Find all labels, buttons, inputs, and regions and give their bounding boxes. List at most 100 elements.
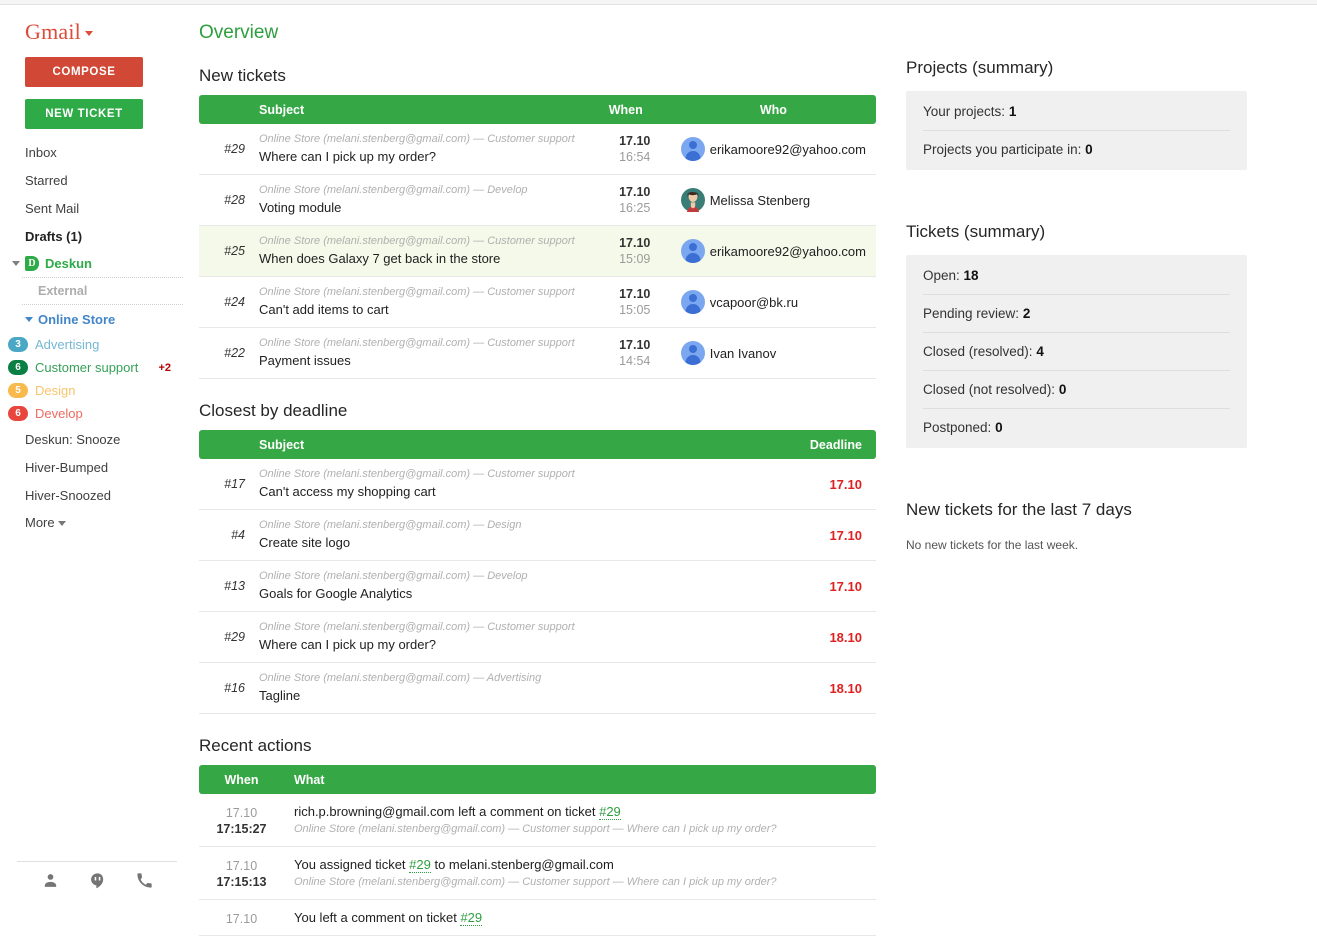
action-what-cell: You left a comment on ticket #29 — [284, 900, 876, 936]
ticket-who: erikamoore92@yahoo.com — [670, 226, 876, 277]
ticket-subject[interactable]: Goals for Google Analytics — [259, 584, 766, 603]
ticket-id[interactable]: #25 — [199, 226, 249, 277]
sidebar-item-advertising[interactable]: 3 Advertising — [0, 333, 193, 356]
col-subject: Subject — [249, 430, 776, 459]
summary-label: Closed (resolved): — [923, 344, 1033, 359]
ticket-subject-cell[interactable]: Online Store (melani.stenberg@gmail.com)… — [249, 124, 599, 175]
ticket-subject-cell[interactable]: Online Store (melani.stenberg@gmail.com)… — [249, 277, 599, 328]
ticket-id[interactable]: #24 — [199, 277, 249, 328]
ticket-subject-cell[interactable]: Online Store (melani.stenberg@gmail.com)… — [249, 561, 776, 612]
deskun-logo-icon: D — [25, 255, 39, 271]
ticket-subject[interactable]: Where can I pick up my order? — [259, 635, 766, 654]
gmail-logo[interactable]: Gmail — [25, 19, 93, 45]
ticket-subject-cell[interactable]: Online Store (melani.stenberg@gmail.com)… — [249, 175, 599, 226]
ticket-subject-cell[interactable]: Online Store (melani.stenberg@gmail.com)… — [249, 612, 776, 663]
action-when: 17.10 17:15:13 — [199, 847, 284, 900]
table-row[interactable]: 17.10 You left a comment on ticket #29 — [199, 900, 876, 936]
ticket-id[interactable]: #22 — [199, 328, 249, 379]
sidebar-item-develop[interactable]: 6 Develop — [0, 402, 193, 425]
ticket-meta: Online Store (melani.stenberg@gmail.com)… — [259, 133, 575, 145]
sidebar-item-hiver-snoozed[interactable]: Hiver-Snoozed — [0, 481, 193, 509]
ticket-id[interactable]: #17 — [199, 459, 249, 510]
last7days-empty-note: No new tickets for the last week. — [906, 538, 1079, 552]
hangouts-icon[interactable] — [89, 872, 106, 889]
sidebar-item-sent-mail[interactable]: Sent Mail — [0, 194, 193, 222]
when-date: 17.10 — [619, 185, 651, 199]
table-row[interactable]: 17.10 17:15:13 You assigned ticket #29 t… — [199, 847, 876, 900]
ticket-meta: Online Store (melani.stenberg@gmail.com)… — [259, 184, 528, 196]
sidebar-item-inbox[interactable]: Inbox — [0, 138, 193, 166]
chevron-down-icon[interactable] — [57, 520, 66, 526]
sidebar-item-more[interactable]: More — [0, 509, 193, 535]
deadline-value: 18.10 — [776, 663, 876, 714]
ticket-meta: Online Store (melani.stenberg@gmail.com)… — [259, 621, 575, 633]
col-when: When — [598, 95, 671, 124]
sidebar-item-deskun[interactable]: D Deskun — [0, 250, 193, 276]
sidebar-item-drafts[interactable]: Drafts (1) — [0, 222, 193, 250]
ticket-subject[interactable]: Create site logo — [259, 533, 766, 552]
ticket-subject[interactable]: Voting module — [259, 198, 589, 217]
table-row[interactable]: #16 Online Store (melani.stenberg@gmail.… — [199, 663, 876, 714]
ticket-id[interactable]: #28 — [199, 175, 249, 226]
summary-row: Open: 18 — [923, 257, 1230, 295]
new-ticket-button[interactable]: NEW TICKET — [25, 99, 143, 129]
compose-button[interactable]: COMPOSE — [25, 57, 143, 87]
ticket-who: erikamoore92@yahoo.com — [670, 124, 876, 175]
deadline-value: 18.10 — [776, 612, 876, 663]
sidebar-nav: Inbox Starred Sent Mail Drafts (1) D Des… — [0, 138, 193, 535]
ticket-subject-cell[interactable]: Online Store (melani.stenberg@gmail.com)… — [249, 459, 776, 510]
sidebar-item-online-store[interactable]: Online Store — [0, 306, 193, 333]
sidebar-item-deskun-snooze[interactable]: Deskun: Snooze — [0, 425, 193, 453]
ticket-subject-cell[interactable]: Online Store (melani.stenberg@gmail.com)… — [249, 226, 599, 277]
ticket-link[interactable]: #29 — [599, 804, 621, 820]
ticket-link[interactable]: #29 — [460, 910, 483, 926]
ticket-id[interactable]: #4 — [199, 510, 249, 561]
sidebar-group-external: External — [38, 284, 88, 298]
sidebar: Gmail COMPOSE NEW TICKET Inbox Starred S… — [0, 6, 193, 895]
summary-value: 1 — [1008, 104, 1017, 119]
ticket-subject[interactable]: Where can I pick up my order? — [259, 147, 589, 166]
table-row[interactable]: #29 Online Store (melani.stenberg@gmail.… — [199, 612, 876, 663]
sidebar-item-more-label: More — [25, 514, 55, 530]
table-row[interactable]: #28 Online Store (melani.stenberg@gmail.… — [199, 175, 876, 226]
table-row[interactable]: #22 Online Store (melani.stenberg@gmail.… — [199, 328, 876, 379]
ticket-id[interactable]: #16 — [199, 663, 249, 714]
sidebar-item-design[interactable]: 5 Design — [0, 379, 193, 402]
phone-icon[interactable] — [136, 872, 153, 889]
table-row[interactable]: #17 Online Store (melani.stenberg@gmail.… — [199, 459, 876, 510]
sidebar-item-hiver-bumped[interactable]: Hiver-Bumped — [0, 453, 193, 481]
table-row[interactable]: #4 Online Store (melani.stenberg@gmail.c… — [199, 510, 876, 561]
ticket-id[interactable]: #29 — [199, 612, 249, 663]
when-time: 15:09 — [619, 252, 651, 266]
chevron-down-icon[interactable] — [12, 260, 20, 266]
ticket-subject-cell[interactable]: Online Store (melani.stenberg@gmail.com)… — [249, 663, 776, 714]
table-row[interactable]: #29 Online Store (melani.stenberg@gmail.… — [199, 124, 876, 175]
sidebar-item-customer-support[interactable]: 6 Customer support +2 — [0, 356, 193, 379]
chevron-down-icon[interactable] — [85, 31, 93, 37]
ticket-id[interactable]: #13 — [199, 561, 249, 612]
ticket-id[interactable]: #29 — [199, 124, 249, 175]
sidebar-item-starred[interactable]: Starred — [0, 166, 193, 194]
action-text-pre: You assigned ticket — [294, 857, 410, 872]
chevron-down-icon[interactable] — [25, 317, 33, 322]
summary-label: Open: — [923, 268, 960, 283]
table-row[interactable]: #25 Online Store (melani.stenberg@gmail.… — [199, 226, 876, 277]
ticket-subject[interactable]: When does Galaxy 7 get back in the store — [259, 249, 589, 268]
new-tickets-table: Subject When Who #29 Online Store (melan… — [199, 95, 876, 379]
action-what-cell: You assigned ticket #29 to melani.stenbe… — [284, 847, 876, 900]
table-row[interactable]: #24 Online Store (melani.stenberg@gmail.… — [199, 277, 876, 328]
action-text: rich.p.browning@gmail.com left a comment… — [294, 802, 866, 821]
ticket-subject[interactable]: Payment issues — [259, 351, 589, 370]
ticket-subject-cell[interactable]: Online Store (melani.stenberg@gmail.com)… — [249, 510, 776, 561]
table-row[interactable]: 17.10 17:15:27 rich.p.browning@gmail.com… — [199, 794, 876, 847]
person-icon[interactable] — [42, 872, 59, 889]
ticket-link[interactable]: #29 — [409, 857, 431, 873]
table-row[interactable]: #13 Online Store (melani.stenberg@gmail.… — [199, 561, 876, 612]
action-when: 17.10 17:15:27 — [199, 794, 284, 847]
summary-label: Closed (not resolved): — [923, 382, 1056, 397]
ticket-subject[interactable]: Can't add items to cart — [259, 300, 589, 319]
ticket-subject-cell[interactable]: Online Store (melani.stenberg@gmail.com)… — [249, 328, 599, 379]
ticket-subject[interactable]: Tagline — [259, 686, 766, 705]
recent-actions-heading: Recent actions — [199, 736, 312, 755]
ticket-subject[interactable]: Can't access my shopping cart — [259, 482, 766, 501]
